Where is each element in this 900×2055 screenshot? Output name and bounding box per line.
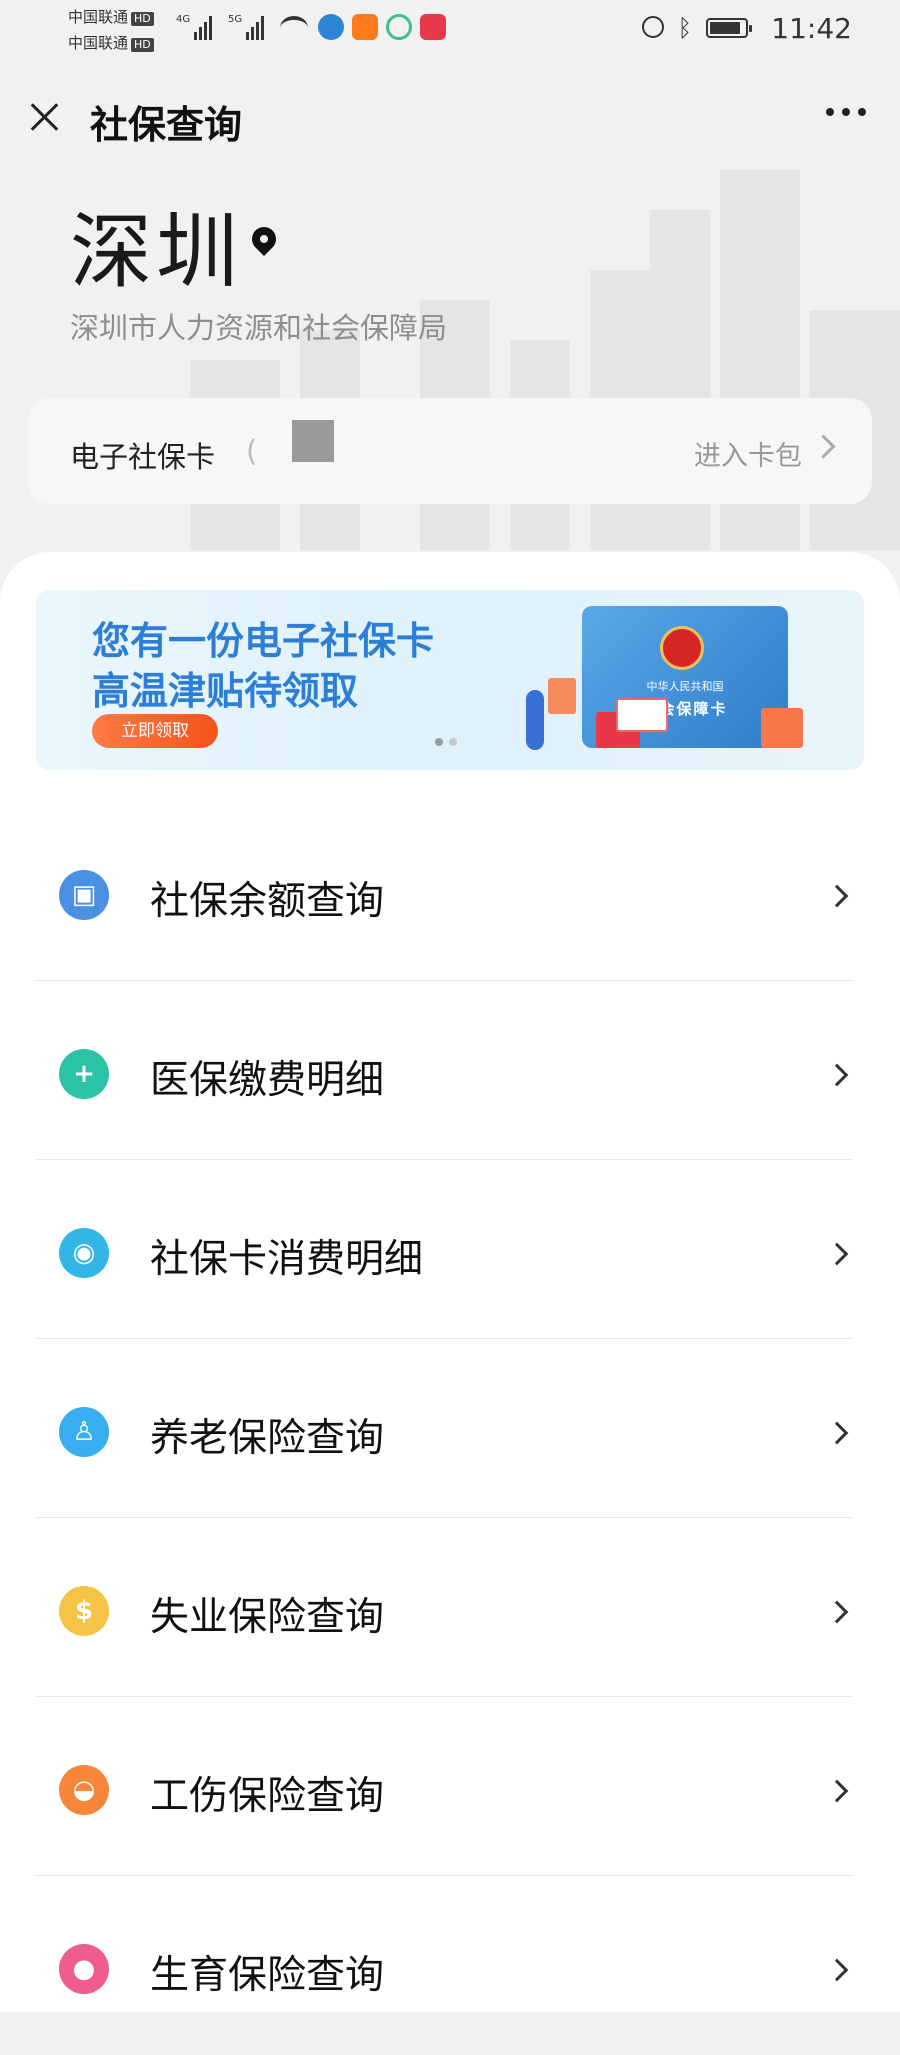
list-item[interactable]: $ 失业保险查询 bbox=[0, 1518, 900, 1697]
redacted-mosaic bbox=[292, 420, 334, 462]
more-icon[interactable] bbox=[826, 108, 866, 116]
banner-line-2: 高温津贴待领取 bbox=[92, 669, 359, 713]
list-item[interactable]: ◒ 工伤保险查询 bbox=[0, 1697, 900, 1876]
card-country-text: 中华人民共和国 bbox=[646, 680, 724, 693]
list-item-label: 社保余额查询 bbox=[150, 879, 385, 924]
alarm-icon bbox=[642, 16, 664, 38]
chevron-right-icon bbox=[811, 434, 836, 459]
claim-now-button[interactable]: 立即领取 bbox=[92, 714, 218, 748]
list-item-label: 生育保险查询 bbox=[150, 1953, 385, 1998]
chevron-right-icon bbox=[825, 1242, 849, 1266]
plus-icon: + bbox=[59, 1049, 109, 1099]
list-item-label: 社保卡消费明细 bbox=[150, 1237, 424, 1282]
enter-wallet-link[interactable]: 进入卡包 bbox=[694, 434, 802, 473]
gift-box-icon bbox=[761, 708, 803, 748]
e-social-card-bar[interactable]: 电子社保卡 ( 进入卡包 bbox=[28, 398, 872, 504]
dollar-icon: $ bbox=[59, 1586, 109, 1636]
city-name[interactable]: 深圳 bbox=[70, 185, 242, 304]
list-item[interactable]: ♙ 养老保险查询 bbox=[0, 1339, 900, 1518]
gift-icon bbox=[548, 678, 576, 714]
chevron-right-icon bbox=[825, 1779, 849, 1803]
promo-banner[interactable]: 您有一份电子社保卡 高温津贴待领取 立即领取 中华人民共和国 社会保障卡 bbox=[36, 590, 864, 770]
chevron-right-icon bbox=[825, 1958, 849, 1982]
helmet-icon: ◒ bbox=[59, 1765, 109, 1815]
list-item[interactable]: ◉ 社保卡消费明细 bbox=[0, 1160, 900, 1339]
baby-icon: ● bbox=[59, 1944, 109, 1994]
status-bar: 中国联通 HD 中国联通 HD 4G 5G ᛒ 11:42 bbox=[0, 0, 900, 60]
list-item-label: 工伤保险查询 bbox=[150, 1774, 385, 1819]
list-item-label: 医保缴费明细 bbox=[150, 1058, 385, 1103]
chevron-right-icon bbox=[825, 884, 849, 908]
list-item-label: 失业保险查询 bbox=[150, 1595, 385, 1640]
battery-icon bbox=[706, 18, 752, 38]
person-icon bbox=[526, 690, 544, 750]
wifi-icon bbox=[280, 16, 308, 40]
list-item[interactable]: ▣ 社保余额查询 bbox=[0, 802, 900, 981]
main-panel: 您有一份电子社保卡 高温津贴待领取 立即领取 中华人民共和国 社会保障卡 ▣ 社… bbox=[0, 552, 900, 2012]
carousel-dots bbox=[435, 738, 457, 746]
banner-line-1: 您有一份电子社保卡 bbox=[92, 619, 435, 663]
service-list: ▣ 社保余额查询 + 医保缴费明细 ◉ 社保卡消费明细 ♙ 养老保险查询 $ 失… bbox=[0, 802, 900, 2055]
carrier-label-2: 中国联通 HD bbox=[68, 32, 154, 53]
chevron-right-icon bbox=[825, 1063, 849, 1087]
signal-icon: 5G bbox=[228, 14, 265, 40]
signal-icon: 4G bbox=[176, 14, 213, 40]
app-header: 社保查询 bbox=[0, 70, 900, 160]
elder-icon: ♙ bbox=[59, 1407, 109, 1457]
status-time: 11:42 bbox=[771, 12, 852, 45]
id-card-icon: ▣ bbox=[59, 870, 109, 920]
envelope-icon bbox=[616, 698, 668, 732]
list-item[interactable]: + 医保缴费明细 bbox=[0, 981, 900, 1160]
browser-icon bbox=[318, 14, 344, 40]
carrier-label-1: 中国联通 HD bbox=[68, 6, 154, 27]
close-icon[interactable] bbox=[24, 96, 66, 138]
page-title: 社保查询 bbox=[90, 103, 243, 147]
bluetooth-icon: ᛒ bbox=[677, 14, 692, 42]
book-icon bbox=[420, 14, 446, 40]
video-icon bbox=[352, 14, 378, 40]
card-number-paren: ( bbox=[246, 434, 258, 468]
chevron-right-icon bbox=[825, 1600, 849, 1624]
list-item[interactable]: ● 生育保险查询 bbox=[0, 1876, 900, 2055]
chevron-right-icon bbox=[825, 1421, 849, 1445]
list-item-label: 养老保险查询 bbox=[150, 1416, 385, 1461]
bureau-name: 深圳市人力资源和社会保障局 bbox=[70, 311, 448, 345]
national-emblem-icon bbox=[660, 626, 704, 670]
card-search-icon: ◉ bbox=[59, 1228, 109, 1278]
card-label: 电子社保卡 bbox=[70, 440, 216, 474]
sync-icon bbox=[386, 14, 412, 40]
